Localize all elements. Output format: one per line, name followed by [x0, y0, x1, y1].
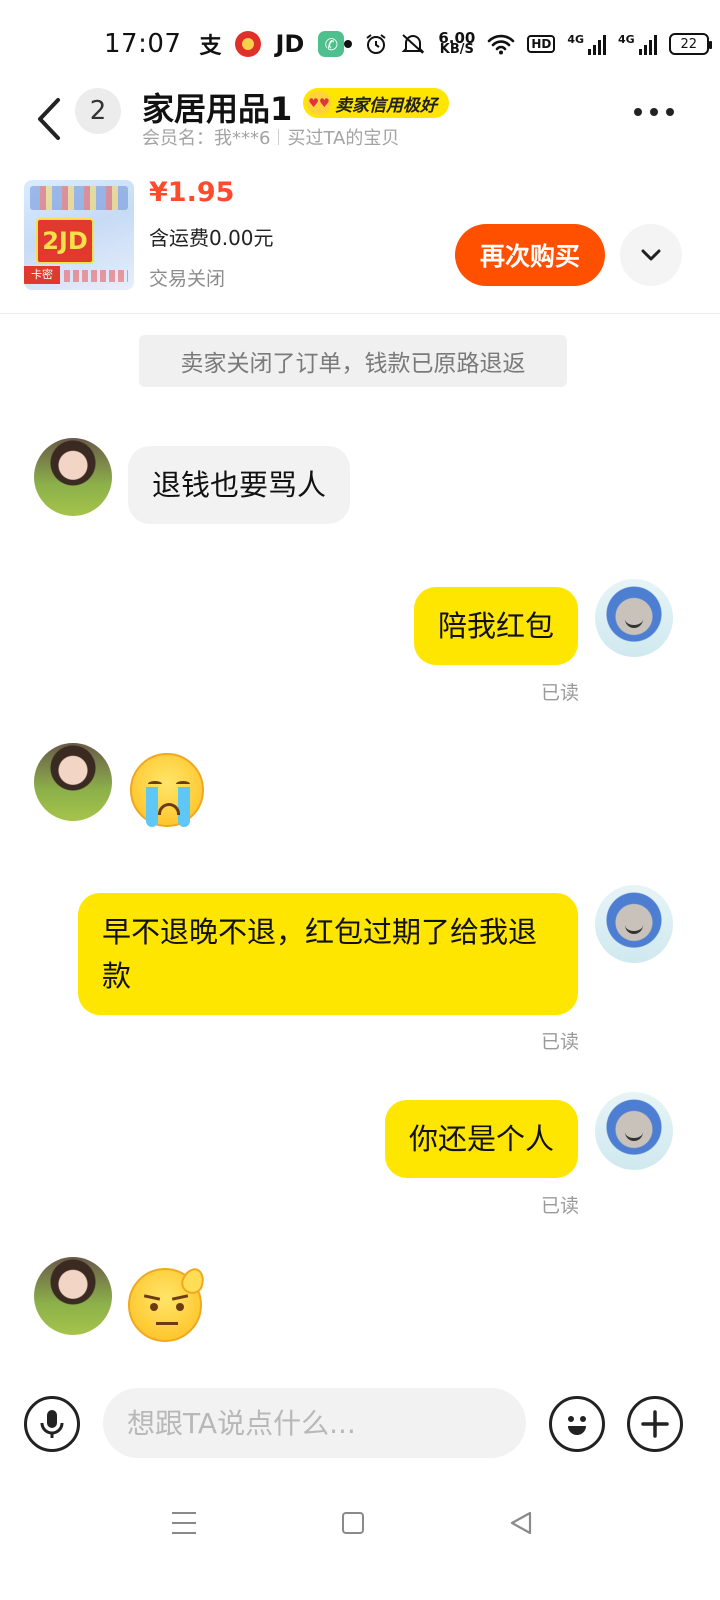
- member-name: 会员名：我***6: [142, 128, 271, 149]
- product-thumbnail[interactable]: 2JD 卡密: [24, 180, 134, 290]
- heart-eyes-icon: ♥♥: [307, 91, 331, 115]
- seller-avatar[interactable]: [34, 743, 112, 821]
- more-icon[interactable]: [634, 108, 674, 116]
- alarm-icon: [366, 34, 386, 54]
- read-status: 已读: [541, 1031, 580, 1053]
- network-speed: 6.00 KB/S: [438, 29, 476, 57]
- voice-button[interactable]: [24, 1396, 80, 1452]
- wifi-icon: [488, 34, 515, 55]
- jd-icon: JD: [275, 30, 305, 58]
- system-notice: 卖家关闭了订单，钱款已原路退返: [139, 335, 567, 387]
- microphone-icon: [40, 1410, 64, 1438]
- status-bar: 17:07 支 JD ✆ 6.00 KB/S HD 4G 4G 22: [0, 0, 720, 88]
- smiley-icon: [568, 1416, 586, 1435]
- menu-icon[interactable]: [172, 1512, 196, 1534]
- thumbnail-banner: [30, 186, 128, 210]
- emoji-button[interactable]: [549, 1396, 605, 1452]
- signal-icon-2: 4G: [618, 33, 657, 55]
- message-bubble-outgoing[interactable]: 你还是个人: [384, 1100, 578, 1178]
- seller-avatar[interactable]: [34, 438, 112, 516]
- read-status: 已读: [541, 1195, 580, 1217]
- divider: [278, 129, 280, 145]
- message-bubble-outgoing[interactable]: 早不退晚不退，红包过期了给我退款: [78, 893, 578, 1015]
- thumbnail-tag: 卡密: [24, 266, 60, 284]
- home-icon[interactable]: [342, 1512, 364, 1534]
- credit-badge: ♥♥ 卖家信用极好: [303, 88, 449, 118]
- back-icon[interactable]: [30, 94, 70, 144]
- buyer-avatar[interactable]: [595, 885, 673, 963]
- notification-icons: 支 JD ✆: [199, 28, 345, 60]
- read-status: 已读: [541, 682, 580, 704]
- dot-icon: [344, 40, 353, 48]
- rebuy-button[interactable]: 再次购买: [455, 224, 605, 286]
- order-status: 交易关闭: [149, 268, 226, 290]
- status-time: 17:07: [104, 29, 182, 59]
- message-bubble-incoming[interactable]: 退钱也要骂人: [128, 446, 351, 524]
- order-price: ¥1.95: [149, 177, 235, 208]
- system-status-icons: 6.00 KB/S HD 4G 4G 22: [344, 29, 712, 57]
- message-bubble-outgoing[interactable]: 陪我红包: [413, 587, 578, 665]
- alipay-icon: 支: [199, 34, 222, 59]
- mute-icon: [401, 34, 425, 54]
- crying-face-emoji[interactable]: [130, 753, 204, 827]
- chevron-down-icon: [641, 249, 661, 261]
- app-notification-icon: [235, 31, 262, 57]
- phone-icon: ✆: [318, 31, 345, 57]
- back-triangle-icon[interactable]: [508, 1510, 534, 1536]
- buyer-avatar[interactable]: [595, 579, 673, 657]
- plus-button[interactable]: [627, 1396, 683, 1452]
- thumbnail-lines: [64, 270, 128, 282]
- input-bar: [0, 1378, 720, 1470]
- battery-icon: 22: [668, 33, 712, 55]
- signal-icon-1: 4G: [567, 33, 607, 55]
- credit-badge-label: 卖家信用极好: [335, 95, 437, 116]
- bought-items-link[interactable]: 买过TA的宝贝: [287, 124, 399, 150]
- message-input[interactable]: [103, 1388, 526, 1458]
- sweating-face-emoji[interactable]: [128, 1265, 208, 1342]
- order-card[interactable]: 2JD 卡密: [0, 168, 720, 314]
- hd-icon: HD: [527, 35, 556, 53]
- shipping-fee: 含运费0.00元: [149, 226, 274, 250]
- expand-button[interactable]: [620, 224, 682, 286]
- buyer-avatar[interactable]: [595, 1092, 673, 1170]
- unread-count-badge[interactable]: 2: [75, 88, 121, 134]
- thumbnail-jd-card: 2JD: [36, 218, 94, 264]
- plus-icon: [641, 1410, 669, 1438]
- member-info: 会员名：我***6 买过TA的宝贝: [142, 124, 399, 150]
- seller-avatar[interactable]: [34, 1257, 112, 1335]
- navigation-bar: [0, 1490, 720, 1562]
